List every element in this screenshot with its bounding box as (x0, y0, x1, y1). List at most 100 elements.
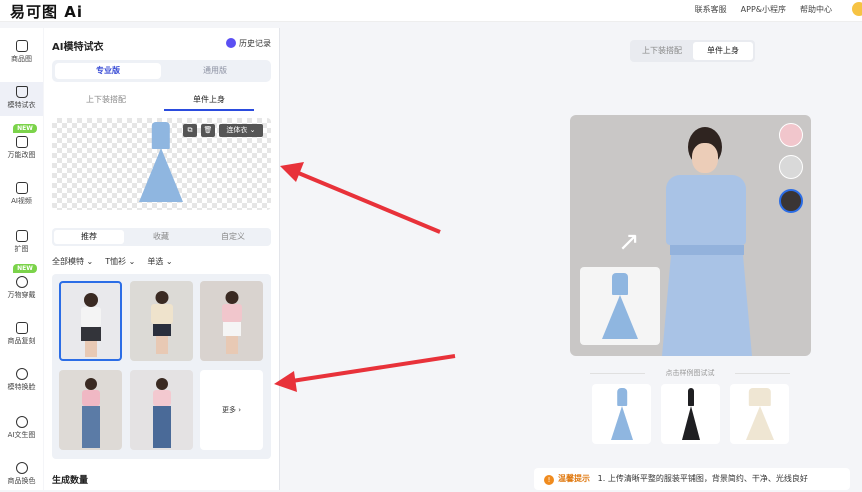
uploaded-dress-image (138, 122, 184, 202)
model-thumb[interactable] (59, 281, 122, 361)
model-thumb[interactable] (59, 370, 122, 450)
new-badge: NEW (13, 264, 37, 273)
nav-item-product-replicate[interactable]: 商品复刻 (0, 322, 43, 352)
top-bar: 易可图 Ai 联系客服 APP&小程序 帮助中心 (0, 0, 862, 22)
sample-label: 点击样例图试试 (590, 368, 790, 378)
nav-label: 万能改图 (7, 151, 36, 159)
filter-single[interactable]: 单选 ⌄ (147, 256, 172, 267)
nav-item-model-tryon[interactable]: 模特试衣 (0, 82, 43, 116)
video-icon (15, 182, 28, 194)
toggle-top-bottom[interactable]: 上下装搭配 (632, 42, 692, 60)
preview-mode-toggle: 上下装搭配 单件上身 (630, 40, 755, 62)
avatar[interactable] (852, 2, 862, 16)
nav-item-text-to-image[interactable]: AI文生图 (0, 416, 43, 446)
sample-dress (610, 388, 634, 440)
sample-black-dress[interactable] (661, 384, 720, 444)
tab-recommend[interactable]: 推荐 (54, 230, 124, 244)
more-label: 更多 (221, 406, 236, 414)
drop-icon (15, 462, 28, 474)
nav-label: 模特试衣 (7, 101, 36, 109)
history-button[interactable]: 历史记录 (226, 38, 271, 49)
app-link[interactable]: APP&小程序 (741, 4, 786, 15)
filter-tshirt[interactable]: T恤衫 ⌄ (105, 256, 135, 267)
ai-icon (15, 416, 28, 428)
arrow-icon: ↗ (618, 227, 640, 257)
nav-label: 模特换脸 (7, 383, 36, 391)
warning-icon: ! (544, 475, 554, 485)
settings-panel: AI模特试衣 历史记录 专业版 通用版 上下装搭配 单件上身 ⧉ 🗑 连体衣 ⌄… (44, 28, 279, 490)
contact-support-link[interactable]: 联系客服 (695, 4, 727, 15)
sample-blue-dress[interactable] (592, 384, 651, 444)
history-label: 历史记录 (239, 39, 271, 48)
chevron-right-icon: › (238, 406, 242, 414)
tab-custom[interactable]: 自定义 (198, 230, 268, 244)
tab-top-bottom[interactable]: 上下装搭配 (56, 94, 156, 105)
nav-item-edit-image[interactable]: 万能改图 (0, 136, 43, 166)
model-filters: 全部模特 ⌄ T恤衫 ⌄ 单选 ⌄ (52, 256, 173, 267)
sample-dress (681, 388, 701, 440)
sample-cream-dress[interactable] (730, 384, 789, 444)
gen-count-label: 生成数量 (52, 476, 89, 486)
filter-all-models[interactable]: 全部模特 ⌄ (52, 256, 93, 267)
copy-icon[interactable]: ⧉ (183, 124, 197, 137)
nav-label: 商品图 (11, 55, 32, 63)
model-thumb[interactable] (130, 281, 193, 361)
model-tabs: 推荐 收藏 自定义 (52, 228, 271, 246)
variant-swatch-pink[interactable] (779, 123, 803, 147)
tab-favorites[interactable]: 收藏 (126, 230, 196, 244)
tab-pro[interactable]: 专业版 (55, 63, 161, 79)
nav-item-ai-video[interactable]: AI视频 (0, 182, 43, 212)
nav-label: 扩图 (14, 245, 29, 253)
chevron-down-icon: ⌄ (249, 126, 256, 134)
original-garment-inset (580, 267, 660, 345)
expand-icon (15, 230, 28, 242)
tip-text: 1. 上传清晰平整的服装平铺图，背景简约、干净、光线良好 (597, 474, 808, 483)
nav-item-recolor[interactable]: 商品换色 (0, 462, 43, 492)
product-image-icon (15, 40, 28, 52)
preview-area: 上下装搭配 单件上身 ↗ 点击样例图试试 ! 温馨提示 1. 上传清晰平整的服装… (280, 28, 862, 490)
more-models-button[interactable]: 更多 › (200, 370, 263, 450)
nav-item-wear-anything[interactable]: 万物穿戴 (0, 276, 43, 306)
tip-banner: ! 温馨提示 1. 上传清晰平整的服装平铺图，背景简约、干净、光线良好 (534, 468, 850, 490)
tab-general[interactable]: 通用版 (162, 63, 268, 79)
nav-item-face-swap[interactable]: 模特换脸 (0, 368, 43, 398)
face-icon (15, 368, 28, 380)
variant-swatch-dark[interactable] (779, 189, 803, 213)
garment-type-label: 连体衣 (226, 126, 248, 134)
tip-title: 温馨提示 (558, 474, 590, 483)
new-badge: NEW (13, 124, 37, 133)
variant-swatch-grey[interactable] (779, 155, 803, 179)
mode-tabs: 上下装搭配 单件上身 (52, 90, 271, 111)
page-title: AI模特试衣 (52, 42, 104, 53)
filter-label: 全部模特 (52, 257, 84, 266)
top-links: 联系客服 APP&小程序 帮助中心 (695, 4, 832, 15)
model-face (692, 143, 718, 173)
garment-upload-area[interactable]: ⧉ 🗑 连体衣 ⌄ (52, 118, 271, 210)
nav-item-expand[interactable]: 扩图 (0, 230, 43, 260)
replicate-icon (15, 322, 28, 334)
help-center-link[interactable]: 帮助中心 (800, 4, 832, 15)
tab-single-piece[interactable]: 单件上身 (164, 94, 254, 111)
nav-label: 商品复刻 (7, 337, 36, 345)
garment-type-select[interactable]: 连体衣 ⌄ (219, 124, 263, 137)
result-preview-image: ↗ (570, 115, 811, 356)
clock-icon (226, 38, 236, 48)
edit-image-icon (15, 136, 28, 148)
inset-dress (600, 273, 640, 339)
model-skirt (662, 255, 752, 356)
model-grid: 更多 › (52, 274, 271, 459)
toggle-single-piece[interactable]: 单件上身 (693, 42, 753, 60)
trash-icon[interactable]: 🗑 (201, 124, 215, 137)
side-nav: 商品图 模特试衣 NEW 万能改图 AI视频 扩图 NEW 万物穿戴 商品复刻 … (0, 28, 43, 490)
model-thumb[interactable] (130, 370, 193, 450)
nav-item-product-image[interactable]: 商品图 (0, 40, 43, 70)
model-thumb[interactable] (200, 281, 263, 361)
nav-label: AI文生图 (7, 431, 36, 439)
nav-label: AI视频 (11, 197, 32, 205)
shirt-icon (15, 86, 28, 98)
brand-logo[interactable]: 易可图 Ai (10, 1, 83, 22)
nav-label: 商品换色 (7, 477, 36, 485)
hanger-icon (15, 276, 28, 288)
sample-dress (744, 388, 776, 440)
version-switch: 专业版 通用版 (52, 60, 271, 82)
